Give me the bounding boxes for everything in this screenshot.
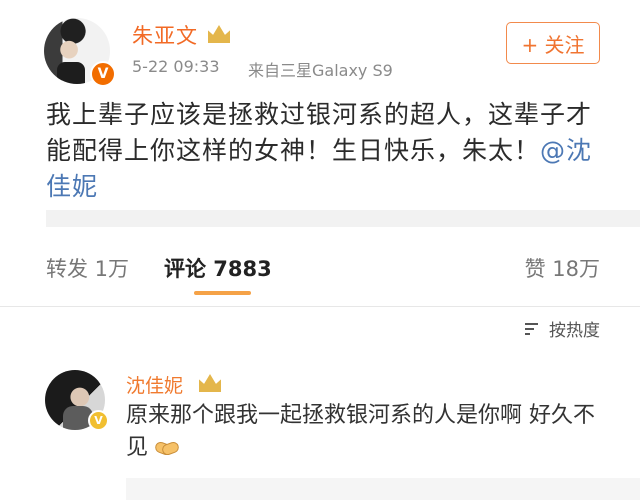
comment-author[interactable]: 沈佳妮: [126, 371, 183, 398]
author-name[interactable]: 朱亚文: [132, 20, 198, 50]
comment-verified-badge: V: [88, 410, 109, 431]
comment-body: 原来那个跟我一起拯救银河系的人是你啊 好久不见: [126, 403, 595, 460]
verified-badge: V: [90, 61, 116, 87]
sort-hot-button[interactable]: 按热度: [525, 316, 600, 341]
post-content: 我上辈子应该是拯救过银河系的超人，这辈子才能配得上你这样的女神！生日快乐，朱太！…: [46, 97, 601, 205]
crown-icon: [199, 374, 221, 392]
comment-tab[interactable]: 评论 7883: [164, 253, 272, 283]
crown-icon: [208, 25, 230, 43]
post-header: V 朱亚文 5-22 09:33 来自三星Galaxy S9 + 关注: [0, 0, 640, 92]
post-source: 来自三星Galaxy S9: [248, 61, 393, 80]
sort-icon: [525, 322, 542, 335]
follow-button[interactable]: + 关注: [506, 22, 600, 64]
section-divider: [0, 306, 640, 307]
content-separator: [46, 210, 640, 227]
post-timestamp: 5-22 09:33: [132, 57, 220, 76]
like-tab[interactable]: 赞 18万: [525, 253, 600, 283]
repost-tab[interactable]: 转发 1万: [46, 253, 129, 283]
post-text: 我上辈子应该是拯救过银河系的超人，这辈子才能配得上你这样的女神！生日快乐，朱太！: [46, 100, 593, 165]
reply-preview-box: [126, 478, 640, 500]
sort-label: 按热度: [549, 321, 600, 341]
post-action-bar: 转发 1万 评论 7883 赞 18万: [46, 246, 606, 295]
active-tab-underline: [194, 291, 251, 295]
comment-text: 原来那个跟我一起拯救银河系的人是你啊 好久不见: [126, 400, 606, 464]
handshake-icon: [154, 438, 180, 456]
